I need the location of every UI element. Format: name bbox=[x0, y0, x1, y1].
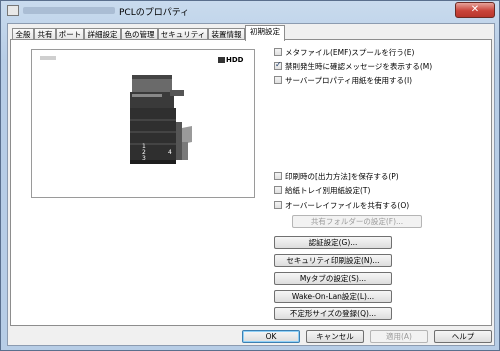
shared-folder-settings-button[interactable]: 共有フォルダーの設定(F)... bbox=[292, 215, 422, 228]
server-paper-checkbox[interactable] bbox=[274, 76, 282, 84]
authentication-settings-button[interactable]: 認証設定(G)... bbox=[274, 236, 392, 249]
confirm-message-label: 禁則発生時に確認メッセージを表示する(M) bbox=[285, 62, 433, 71]
option-confirm-message[interactable]: 禁則発生時に確認メッセージを表示する(M) bbox=[274, 60, 433, 72]
cancel-button[interactable]: キャンセル bbox=[306, 330, 364, 343]
printer-icon bbox=[7, 5, 19, 16]
tab-initial-settings[interactable]: 初期設定 bbox=[245, 25, 285, 41]
emf-spool-checkbox[interactable] bbox=[274, 48, 282, 56]
option-save-output-method[interactable]: 印刷時の[出力方法]を保存する(P) bbox=[274, 172, 399, 182]
emf-spool-label: メタファイル(EMF)スプールを行う(E) bbox=[285, 48, 415, 57]
wake-on-lan-settings-button[interactable]: Wake-On-Lan設定(L)... bbox=[274, 290, 392, 303]
share-overlay-label: オーバーレイファイルを共有する(O) bbox=[285, 201, 410, 210]
help-button[interactable]: ヘルプ bbox=[434, 330, 492, 343]
secure-print-settings-button[interactable]: セキュリティ印刷設定(N)... bbox=[274, 254, 392, 267]
share-overlay-checkbox[interactable] bbox=[274, 201, 282, 209]
my-tab-settings-button[interactable]: Myタブの設定(S)... bbox=[274, 272, 392, 285]
close-button[interactable]: ✕ bbox=[455, 2, 495, 18]
tray-number-4: 4 bbox=[168, 149, 172, 156]
option-tray-paper-settings[interactable]: 給紙トレイ別用紙設定(T) bbox=[274, 186, 370, 196]
window-title: PCLのプロパティ bbox=[119, 8, 190, 18]
apply-button[interactable]: 適用(A) bbox=[370, 330, 428, 343]
printer-name-redacted bbox=[23, 7, 115, 14]
custom-size-registration-button[interactable]: 不定形サイズの登録(Q)... bbox=[274, 307, 392, 320]
device-preview: HDD 1 2 3 4 bbox=[31, 49, 255, 198]
save-output-method-label: 印刷時の[出力方法]を保存する(P) bbox=[285, 172, 399, 181]
title-bar[interactable]: PCLのプロパティ ✕ bbox=[1, 1, 500, 21]
ok-button[interactable]: OK bbox=[242, 330, 300, 343]
tray-paper-settings-checkbox[interactable] bbox=[274, 186, 282, 194]
option-server-paper[interactable]: サーバープロパティ用紙を使用する(I) bbox=[274, 76, 412, 86]
save-output-method-checkbox[interactable] bbox=[274, 172, 282, 180]
option-share-overlay[interactable]: オーバーレイファイルを共有する(O) bbox=[274, 201, 409, 211]
properties-window: PCLのプロパティ ✕ 全般 共有 ポート 詳細設定 色の管理 セキュリティ 装… bbox=[0, 0, 500, 351]
confirm-message-checkbox[interactable] bbox=[274, 60, 282, 70]
printer-illustration: 1 2 3 4 bbox=[130, 75, 192, 164]
option-emf-spool[interactable]: メタファイル(EMF)スプールを行う(E) bbox=[274, 48, 414, 58]
server-paper-label: サーバープロパティ用紙を使用する(I) bbox=[285, 76, 413, 85]
tab-panel-initial-settings: HDD 1 2 3 4 メタファイル(EMF)スプールを行う(E) ✓禁則発生時… bbox=[10, 39, 492, 326]
tray-paper-settings-label: 給紙トレイ別用紙設定(T) bbox=[285, 186, 371, 195]
dialog-body: 全般 共有 ポート 詳細設定 色の管理 セキュリティ 装置情報 初期設定 HDD bbox=[7, 23, 495, 346]
